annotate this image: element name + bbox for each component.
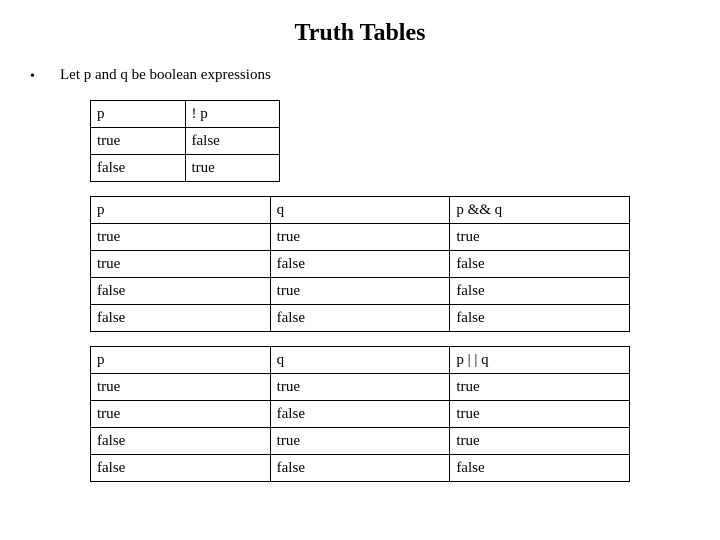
bullet-item: • Let p and q be boolean expressions [30, 67, 690, 86]
cell-header: q [270, 197, 450, 224]
table-row: true false [91, 128, 280, 155]
bullet-text: Let p and q be boolean expressions [60, 67, 271, 84]
cell: true [270, 278, 450, 305]
table-row: p ! p [91, 101, 280, 128]
cell: true [91, 128, 186, 155]
page-title: Truth Tables [30, 20, 690, 47]
table-row: true true true [91, 374, 630, 401]
cell-header: p [91, 101, 186, 128]
table-row: p q p && q [91, 197, 630, 224]
bullet-icon: • [30, 67, 60, 86]
cell-header: ! p [185, 101, 280, 128]
table-row: false false false [91, 455, 630, 482]
cell: false [270, 251, 450, 278]
table-row: p q p | | q [91, 347, 630, 374]
cell-header: p [91, 197, 271, 224]
table-and: p q p && q true true true true false fal… [90, 196, 630, 332]
table-row: false true true [91, 428, 630, 455]
cell: true [450, 401, 630, 428]
cell: false [185, 128, 280, 155]
cell: true [91, 224, 271, 251]
cell: true [185, 155, 280, 182]
table-row: true false true [91, 401, 630, 428]
table-row: true true true [91, 224, 630, 251]
cell: false [91, 155, 186, 182]
cell: false [450, 278, 630, 305]
table-row: false true false [91, 278, 630, 305]
cell: true [450, 428, 630, 455]
cell: false [450, 305, 630, 332]
cell-header: q [270, 347, 450, 374]
cell: true [270, 224, 450, 251]
cell: false [91, 305, 271, 332]
cell: true [450, 374, 630, 401]
cell: false [270, 455, 450, 482]
cell: true [450, 224, 630, 251]
cell: false [91, 278, 271, 305]
cell: true [91, 251, 271, 278]
cell: true [91, 374, 271, 401]
table-row: false false false [91, 305, 630, 332]
cell-header: p && q [450, 197, 630, 224]
cell: false [450, 251, 630, 278]
cell: false [270, 401, 450, 428]
table-or: p q p | | q true true true true false tr… [90, 346, 630, 482]
table-row: true false false [91, 251, 630, 278]
cell: true [270, 428, 450, 455]
cell: false [450, 455, 630, 482]
cell-header: p | | q [450, 347, 630, 374]
cell-header: p [91, 347, 271, 374]
cell: true [91, 401, 271, 428]
table-row: false true [91, 155, 280, 182]
cell: false [91, 455, 271, 482]
cell: true [270, 374, 450, 401]
cell: false [270, 305, 450, 332]
cell: false [91, 428, 271, 455]
table-not: p ! p true false false true [90, 100, 280, 182]
